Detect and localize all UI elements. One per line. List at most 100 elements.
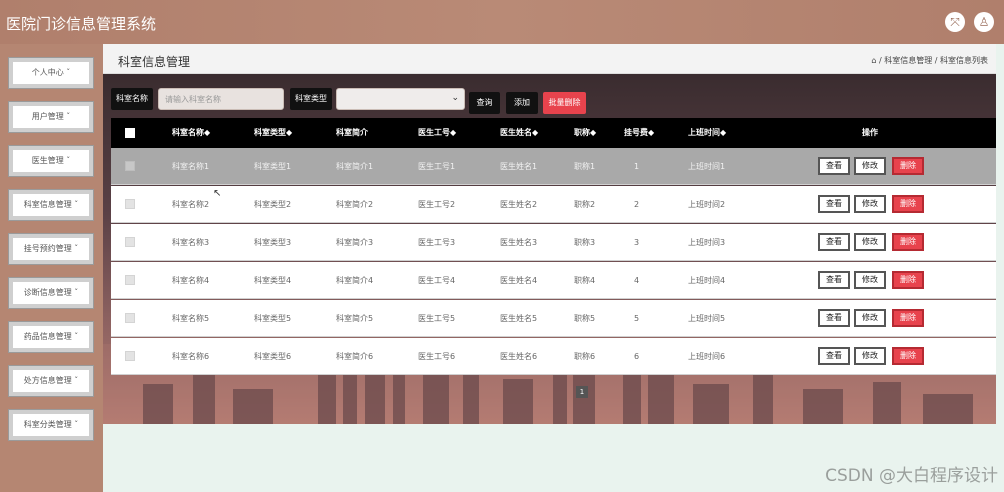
- fee-cell: 3: [634, 238, 640, 247]
- department-type-cell: 科室类型2: [254, 200, 292, 209]
- delete-button[interactable]: 删除: [892, 347, 924, 365]
- row-checkbox[interactable]: [125, 275, 135, 285]
- view-button[interactable]: 查看: [818, 347, 850, 365]
- sidebar-item-department-categories[interactable]: 科室分类管理 ˇ: [8, 409, 94, 441]
- edit-button[interactable]: 修改: [854, 233, 886, 251]
- department-type-cell: 科室类型5: [254, 314, 292, 323]
- department-name-cell: 科室名称5: [172, 314, 210, 323]
- column-header: 科室简介: [336, 128, 368, 137]
- edit-button[interactable]: 修改: [854, 157, 886, 175]
- doctor-id-cell: 医生工号6: [418, 352, 456, 361]
- sidebar-item-department-info[interactable]: 科室信息管理 ˇ: [8, 189, 94, 221]
- delete-button[interactable]: 删除: [892, 157, 924, 175]
- department-type-select[interactable]: ⌄: [336, 88, 465, 110]
- department-intro-cell: 科室简介6: [336, 352, 374, 361]
- column-header[interactable]: 上班时间◆: [688, 118, 726, 148]
- user-icon[interactable]: ♙: [974, 12, 994, 32]
- work-time-cell: 上班时间6: [688, 352, 726, 361]
- department-intro-cell: 科室简介4: [336, 276, 374, 285]
- sidebar-item-doctors[interactable]: 医生管理 ˇ: [8, 145, 94, 177]
- table-row[interactable]: 科室名称5 科室类型5 科室简介5 医生工号5 医生姓名5 职称5 5 上班时间5 查看 修改 删除: [111, 300, 996, 337]
- column-header[interactable]: 科室类型◆: [254, 118, 292, 148]
- column-header[interactable]: 医生姓名◆: [500, 118, 538, 148]
- page-title: 科室信息管理: [118, 55, 191, 69]
- row-checkbox[interactable]: [125, 161, 135, 171]
- edit-button[interactable]: 修改: [854, 347, 886, 365]
- chevron-down-icon: ⌄: [451, 93, 459, 103]
- department-name-input[interactable]: 请输入科室名称: [158, 88, 284, 110]
- title-cell: 职称2: [574, 200, 596, 209]
- doctor-id-cell: 医生工号3: [418, 238, 456, 247]
- sidebar-item-diagnosis[interactable]: 诊断信息管理 ˇ: [8, 277, 94, 309]
- table-row[interactable]: 科室名称4 科室类型4 科室简介4 医生工号4 医生姓名4 职称4 4 上班时间4 查看 修改 删除: [111, 262, 996, 299]
- fee-cell: 5: [634, 314, 640, 323]
- column-header[interactable]: 科室名称◆: [172, 118, 210, 148]
- row-checkbox[interactable]: [125, 351, 135, 361]
- title-cell: 职称3: [574, 238, 596, 247]
- breadcrumb[interactable]: ⌂ / 科室信息管理 / 科室信息列表: [871, 55, 988, 66]
- row-checkbox[interactable]: [125, 237, 135, 247]
- sidebar-item-users[interactable]: 用户管理 ˇ: [8, 101, 94, 133]
- work-time-cell: 上班时间1: [688, 162, 726, 171]
- view-button[interactable]: 查看: [818, 271, 850, 289]
- sidebar-item-prescriptions[interactable]: 处方信息管理 ˇ: [8, 365, 94, 397]
- fee-cell: 1: [634, 162, 640, 171]
- doctor-name-cell: 医生姓名4: [500, 276, 538, 285]
- work-time-cell: 上班时间2: [688, 200, 726, 209]
- batch-delete-button[interactable]: 批量删除: [543, 92, 586, 114]
- pagination-page[interactable]: 1: [576, 386, 588, 398]
- select-all-checkbox[interactable]: [125, 128, 135, 138]
- department-type-cell: 科室类型4: [254, 276, 292, 285]
- view-button[interactable]: 查看: [818, 233, 850, 251]
- department-name-label: 科室名称: [111, 88, 153, 110]
- main-content: 科室信息管理 ⌂ / 科室信息管理 / 科室信息列表 科室名称 请输入科室名称 …: [103, 44, 996, 492]
- sidebar-item-medicine[interactable]: 药品信息管理 ˇ: [8, 321, 94, 353]
- sidebar-item-appointments[interactable]: 挂号预约管理 ˇ: [8, 233, 94, 265]
- table-row[interactable]: 科室名称3 科室类型3 科室简介3 医生工号3 医生姓名3 职称3 3 上班时间3 查看 修改 删除: [111, 224, 996, 261]
- add-button[interactable]: 添加: [506, 92, 538, 114]
- expand-icon[interactable]: ⤧: [945, 12, 965, 32]
- table-header: 科室名称◆ 科室类型◆ 科室简介 医生工号◆ 医生姓名◆ 职称◆ 挂号费◆ 上班…: [111, 118, 996, 148]
- mouse-cursor-icon: ↖: [213, 188, 222, 199]
- fee-cell: 6: [634, 352, 640, 361]
- work-time-cell: 上班时间4: [688, 276, 726, 285]
- search-button[interactable]: 查询: [469, 92, 500, 114]
- department-type-cell: 科室类型6: [254, 352, 292, 361]
- column-header: 操作: [862, 128, 878, 137]
- work-time-cell: 上班时间3: [688, 238, 726, 247]
- department-type-label: 科室类型: [290, 88, 332, 110]
- doctor-id-cell: 医生工号5: [418, 314, 456, 323]
- doctor-id-cell: 医生工号2: [418, 200, 456, 209]
- view-button[interactable]: 查看: [818, 309, 850, 327]
- delete-button[interactable]: 删除: [892, 309, 924, 327]
- delete-button[interactable]: 删除: [892, 233, 924, 251]
- doctor-name-cell: 医生姓名2: [500, 200, 538, 209]
- view-button[interactable]: 查看: [818, 157, 850, 175]
- department-type-cell: 科室类型1: [254, 162, 292, 171]
- sidebar-item-personal-center[interactable]: 个人中心 ˇ: [8, 57, 94, 89]
- row-checkbox[interactable]: [125, 313, 135, 323]
- department-name-cell: 科室名称6: [172, 352, 210, 361]
- edit-button[interactable]: 修改: [854, 195, 886, 213]
- table-row[interactable]: 科室名称1 科室类型1 科室简介1 医生工号1 医生姓名1 职称1 1 上班时间1 查看 修改 删除: [111, 148, 996, 185]
- column-header[interactable]: 职称◆: [574, 118, 596, 148]
- doctor-id-cell: 医生工号1: [418, 162, 456, 171]
- delete-button[interactable]: 删除: [892, 195, 924, 213]
- edit-button[interactable]: 修改: [854, 309, 886, 327]
- table-row[interactable]: 科室名称6 科室类型6 科室简介6 医生工号6 医生姓名6 职称6 6 上班时间6 查看 修改 删除: [111, 338, 996, 375]
- top-bar: 医院门诊信息管理系统 ⤧ ♙: [0, 0, 1004, 44]
- table-row[interactable]: 科室名称2 科室类型2 科室简介2 医生工号2 医生姓名2 职称2 2 上班时间2 查看 修改 删除: [111, 186, 996, 223]
- department-name-cell: 科室名称4: [172, 276, 210, 285]
- row-checkbox[interactable]: [125, 199, 135, 209]
- edit-button[interactable]: 修改: [854, 271, 886, 289]
- column-header[interactable]: 医生工号◆: [418, 118, 456, 148]
- view-button[interactable]: 查看: [818, 195, 850, 213]
- title-cell: 职称6: [574, 352, 596, 361]
- app-title: 医院门诊信息管理系统: [6, 15, 157, 33]
- department-intro-cell: 科室简介5: [336, 314, 374, 323]
- title-cell: 职称4: [574, 276, 596, 285]
- delete-button[interactable]: 删除: [892, 271, 924, 289]
- column-header[interactable]: 挂号费◆: [624, 118, 654, 148]
- title-cell: 职称1: [574, 162, 596, 171]
- search-toolbar: 科室名称 请输入科室名称 科室类型 ⌄ 查询 添加 批量删除: [111, 88, 981, 114]
